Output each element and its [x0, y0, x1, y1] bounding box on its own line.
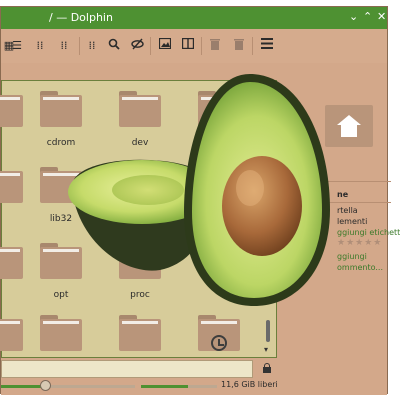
- zoom-slider[interactable]: [1, 380, 135, 391]
- folder-icon[interactable]: [40, 315, 82, 351]
- add-comment-link-cont[interactable]: ommento...: [337, 263, 383, 272]
- split-pane-icon[interactable]: [180, 37, 196, 54]
- close-button[interactable]: ✕: [377, 10, 386, 23]
- folder-icon[interactable]: [119, 91, 161, 127]
- panel-heading: ne: [337, 190, 349, 199]
- folder-icon[interactable]: [0, 167, 23, 203]
- toolbar-separator: [79, 37, 80, 55]
- preview-icon[interactable]: [157, 37, 173, 54]
- status-bar: 11,6 GiB liberi: [1, 359, 387, 395]
- filter-icon[interactable]: ⁞⁞: [84, 38, 100, 54]
- folder-icon[interactable]: [40, 243, 82, 279]
- toolbar-separator: [201, 37, 202, 55]
- lock-icon[interactable]: [263, 363, 271, 373]
- window-title: / — Dolphin: [49, 11, 113, 24]
- information-panel: ne rtella lementi ggiungi etichette ★★★★…: [301, 73, 400, 363]
- toolbar-separator: [150, 37, 151, 55]
- folder-icon[interactable]: [119, 315, 161, 351]
- split-view-icon[interactable]: ⁞⁞: [56, 38, 72, 54]
- dolphin-window: / — Dolphin ⌄ ⌃ ✕ ▦ ☰ ⁞⁞ ⁞⁞ ⁞⁞ cdrom dev…: [0, 6, 400, 395]
- hidden-files-icon[interactable]: [129, 38, 145, 54]
- vertical-scrollbar[interactable]: ▴ ▾: [264, 80, 273, 358]
- disk-space-fill: [141, 385, 189, 388]
- compact-view-icon[interactable]: ⁞⁞: [32, 38, 48, 54]
- folder-label-opt: opt: [53, 290, 69, 300]
- details-view-icon[interactable]: ☰: [9, 38, 25, 54]
- scroll-up-arrow-icon[interactable]: ▴: [264, 80, 268, 89]
- folder-icon[interactable]: [198, 91, 240, 127]
- folder-label-proc: proc: [130, 290, 150, 300]
- delete-icon[interactable]: [231, 38, 247, 54]
- panel-row-items: lementi: [337, 217, 368, 226]
- trash-icon[interactable]: [207, 38, 223, 54]
- panel-divider: [301, 202, 391, 203]
- panel-divider: [301, 181, 391, 182]
- free-space-label: 11,6 GiB liberi: [221, 380, 278, 389]
- folder-icon[interactable]: [0, 315, 23, 351]
- maximize-button[interactable]: ⌃: [363, 10, 372, 23]
- home-folder-icon: [325, 105, 373, 147]
- folder-label-dev: dev: [131, 138, 149, 148]
- toolbar: ▦ ☰ ⁞⁞ ⁞⁞ ⁞⁞: [1, 29, 387, 63]
- scroll-down-arrow-icon[interactable]: ▾: [264, 345, 268, 354]
- rating-stars[interactable]: ★★★★★: [337, 238, 382, 248]
- toolbar-separator: [252, 37, 253, 55]
- scrollbar-thumb[interactable]: [266, 320, 270, 342]
- search-icon[interactable]: [106, 38, 122, 54]
- title-bar[interactable]: / — Dolphin ⌄ ⌃ ✕: [1, 7, 387, 29]
- folder-label-lib32: lib32: [49, 214, 73, 224]
- folder-icon[interactable]: [40, 167, 82, 203]
- disk-space-bar: [141, 385, 217, 388]
- add-comment-link[interactable]: ggiungi: [337, 252, 367, 261]
- minimize-button[interactable]: ⌄: [349, 10, 358, 23]
- folder-label-cdrom: cdrom: [46, 138, 76, 148]
- folder-icon[interactable]: [0, 91, 23, 127]
- panel-row-type: rtella: [337, 206, 358, 215]
- folder-icon[interactable]: [119, 243, 161, 279]
- location-field[interactable]: [1, 360, 253, 378]
- hamburger-menu-icon[interactable]: [259, 38, 275, 54]
- zoom-slider-handle[interactable]: [40, 380, 52, 391]
- clock-icon: [211, 335, 227, 351]
- zoom-slider-fill: [1, 385, 46, 388]
- folder-icon[interactable]: [0, 243, 23, 279]
- folder-icon[interactable]: [40, 91, 82, 127]
- add-tags-link[interactable]: ggiungi etichette: [337, 228, 400, 237]
